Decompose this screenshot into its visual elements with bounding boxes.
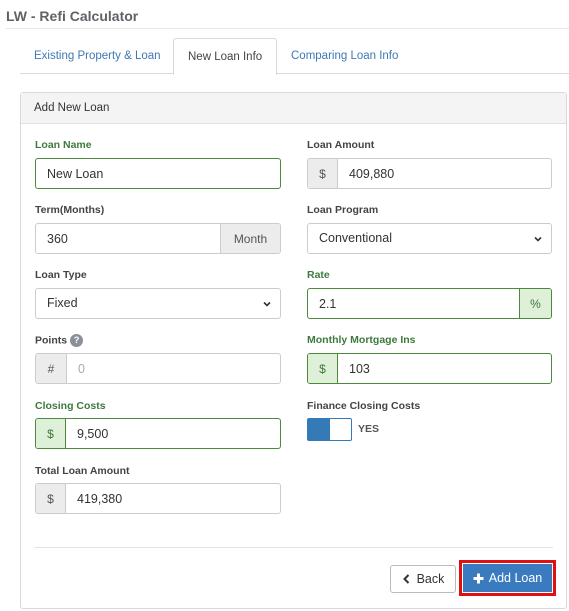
- rate-field: %: [307, 288, 552, 319]
- monthly-mortgage-ins-dollar-addon: $: [308, 354, 338, 383]
- finance-closing-costs-toggle-text: YES: [358, 423, 380, 435]
- finance-closing-costs-label: Finance Closing Costs: [307, 400, 421, 412]
- points-field: #: [35, 353, 281, 384]
- loan-type-value: Fixed: [47, 296, 78, 310]
- loan-name-label: Loan Name: [35, 139, 92, 151]
- back-button-label: Back: [416, 572, 445, 586]
- back-button[interactable]: Back: [390, 565, 456, 593]
- total-loan-amount-label: Total Loan Amount: [35, 465, 130, 477]
- loan-name-field: [35, 158, 281, 189]
- total-loan-amount-input[interactable]: [66, 484, 280, 513]
- finance-closing-costs-toggle[interactable]: [307, 418, 352, 441]
- closing-costs-label: Closing Costs: [35, 400, 106, 412]
- add-new-loan-panel: Add New Loan Loan Name Loan Amount $ Ter…: [20, 92, 567, 609]
- total-loan-amount-dollar-addon: $: [36, 484, 66, 513]
- points-hash-addon: #: [36, 354, 67, 383]
- loan-amount-dollar-addon: $: [308, 159, 338, 188]
- closing-costs-dollar-addon: $: [36, 419, 66, 448]
- monthly-mortgage-ins-label: Monthly Mortgage Ins: [307, 334, 416, 346]
- term-label: Term(Months): [35, 204, 105, 216]
- loan-program-value: Conventional: [319, 231, 392, 245]
- term-field: Month: [35, 223, 281, 254]
- add-loan-button[interactable]: Add Loan: [463, 564, 552, 592]
- plus-icon: [473, 573, 484, 583]
- loan-type-select[interactable]: Fixed: [35, 288, 281, 319]
- loan-program-label: Loan Program: [307, 204, 379, 216]
- chevron-down-icon: [263, 301, 271, 307]
- add-loan-button-label: Add Loan: [488, 571, 543, 585]
- help-icon[interactable]: ?: [70, 334, 84, 347]
- title-divider: [6, 28, 569, 29]
- term-input[interactable]: [36, 224, 220, 253]
- monthly-mortgage-ins-input[interactable]: [338, 354, 551, 383]
- rate-percent-addon: %: [519, 289, 551, 318]
- closing-costs-input[interactable]: [66, 419, 280, 448]
- tab-comparing-loan-info[interactable]: Comparing Loan Info: [277, 38, 412, 75]
- toggle-on-indicator: [308, 419, 330, 440]
- rate-label: Rate: [307, 269, 330, 281]
- chevron-left-icon: [402, 574, 409, 584]
- term-month-addon: Month: [220, 224, 280, 253]
- panel-title: Add New Loan: [21, 93, 566, 124]
- loan-amount-field: $: [307, 158, 552, 189]
- monthly-mortgage-ins-field: $: [307, 353, 552, 384]
- loan-program-select[interactable]: Conventional: [307, 223, 552, 254]
- loan-amount-input[interactable]: [338, 159, 551, 188]
- tab-new-loan-info[interactable]: New Loan Info: [173, 38, 278, 75]
- tab-existing-property-loan[interactable]: Existing Property & Loan: [20, 38, 175, 75]
- app-title: LW - Refi Calculator: [6, 8, 139, 24]
- footer-divider: [34, 547, 553, 548]
- loan-amount-label: Loan Amount: [307, 139, 375, 151]
- points-input[interactable]: [67, 354, 280, 383]
- chevron-down-icon: [534, 236, 542, 242]
- loan-name-input[interactable]: [36, 159, 280, 188]
- add-loan-highlight: Add Loan: [459, 560, 556, 596]
- points-label-row: Points?: [35, 334, 84, 347]
- closing-costs-field: $: [35, 418, 281, 449]
- points-label: Points: [35, 334, 68, 347]
- total-loan-amount-field: $: [35, 483, 281, 514]
- loan-type-label: Loan Type: [35, 269, 87, 281]
- rate-input[interactable]: [308, 289, 519, 318]
- tab-bar: Existing Property & Loan New Loan Info C…: [20, 38, 569, 75]
